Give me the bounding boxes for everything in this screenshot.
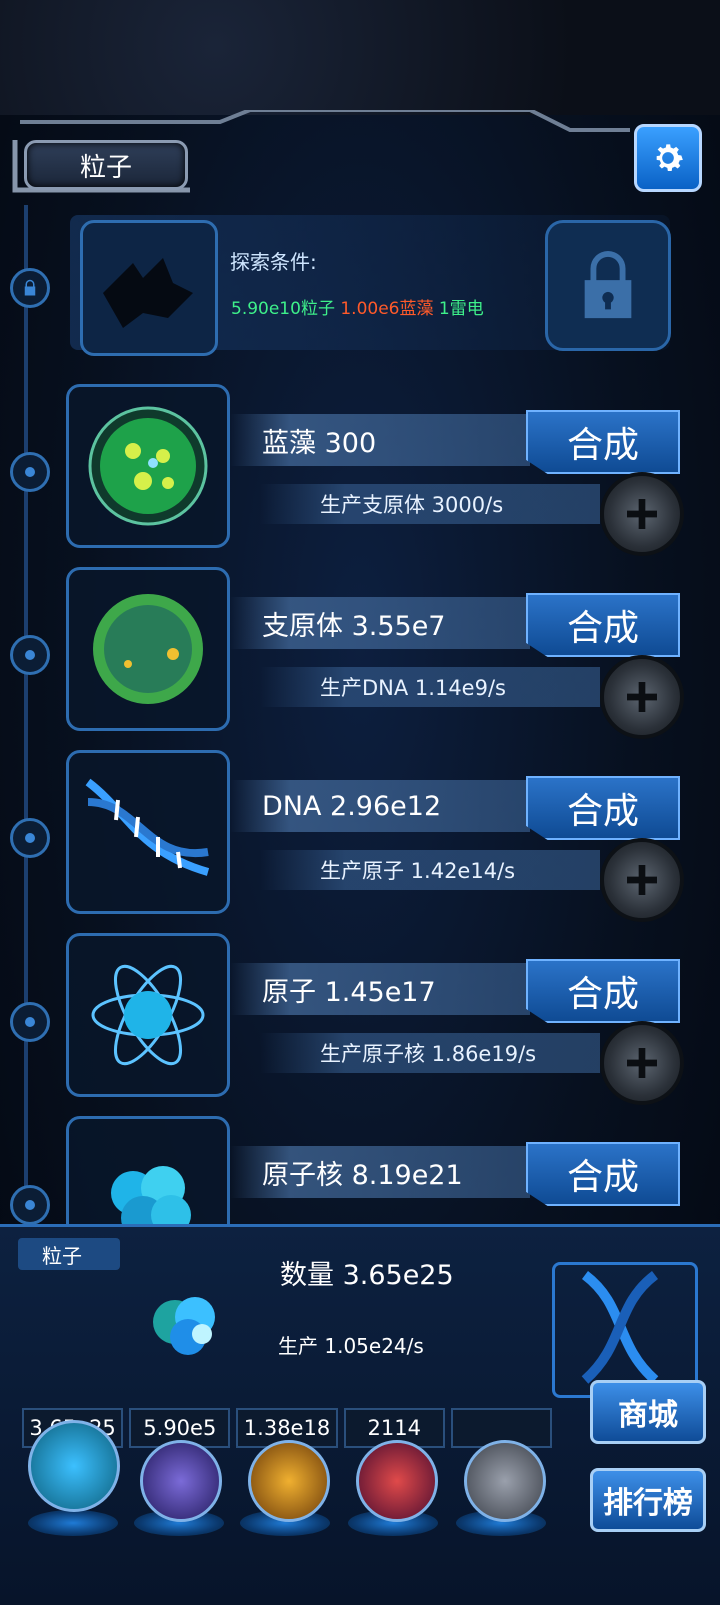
algae-icon xyxy=(66,384,230,548)
item-name: 原子 1.45e17 xyxy=(262,976,436,1008)
production-rate: 生产DNA 1.14e9/s xyxy=(320,676,506,700)
craft-button[interactable]: 合成 xyxy=(526,593,680,657)
locked-item-silhouette xyxy=(80,220,218,356)
progress-rail xyxy=(24,205,28,1235)
rail-lock-node xyxy=(10,268,50,308)
shop-button[interactable]: 商城 xyxy=(590,1380,706,1444)
craft-button[interactable]: 合成 xyxy=(526,1142,680,1206)
upgrade-plus-button[interactable] xyxy=(600,838,684,922)
explore-requirements: 5.90e10粒子 1.00e6蓝藻 1雷电 xyxy=(231,294,484,319)
ranking-button[interactable]: 排行榜 xyxy=(590,1468,706,1532)
item-name: 蓝藻 300 xyxy=(262,427,377,459)
item-name: DNA 2.96e12 xyxy=(262,790,442,822)
item-name-bar: 原子 1.45e17 xyxy=(230,963,530,1015)
mycoplasma-icon xyxy=(66,567,230,731)
requirement-algae: 1.00e6蓝藻 xyxy=(340,299,434,319)
item-card-algae: 蓝藻 300 合成 生产支原体 3000/s xyxy=(60,384,690,556)
plus-icon xyxy=(627,1048,657,1078)
particle-icon xyxy=(153,1297,215,1355)
settings-button[interactable] xyxy=(634,124,702,192)
production-bar: 生产原子 1.42e14/s xyxy=(260,850,600,890)
unlock-button[interactable] xyxy=(545,220,671,351)
item-name-bar: 原子核 8.19e21 xyxy=(230,1146,530,1198)
requirement-thunder: 1雷电 xyxy=(438,299,484,319)
craft-button[interactable]: 合成 xyxy=(526,410,680,474)
rail-node xyxy=(10,635,50,675)
rail-node xyxy=(10,1185,50,1225)
item-name-bar: 支原体 3.55e7 xyxy=(230,597,530,649)
gear-icon xyxy=(656,144,683,171)
item-card-dna: DNA 2.96e12 合成 生产原子 1.42e14/s xyxy=(60,750,690,922)
production-bar: 生产DNA 1.14e9/s xyxy=(260,667,600,707)
plus-icon xyxy=(627,499,657,529)
rail-node xyxy=(10,818,50,858)
space-background xyxy=(0,0,720,115)
craft-button[interactable]: 合成 xyxy=(526,959,680,1023)
production-rate: 生产原子 1.42e14/s xyxy=(320,859,516,883)
selected-resource-tag: 粒子 xyxy=(18,1238,120,1270)
page-title: 粒子 xyxy=(24,140,188,190)
upgrade-plus-button[interactable] xyxy=(600,472,684,556)
locked-orb-tab[interactable] xyxy=(464,1440,546,1522)
requirement-particles: 5.90e10粒子 xyxy=(231,299,335,319)
orb-pedestal xyxy=(28,1510,118,1536)
lock-icon xyxy=(24,279,36,296)
brain-orb-tab[interactable] xyxy=(356,1440,438,1522)
upgrade-plus-button[interactable] xyxy=(600,1021,684,1105)
item-name-bar: DNA 2.96e12 xyxy=(230,780,530,832)
resource-production: 生产 1.05e24/s xyxy=(278,1334,424,1358)
production-rate: 生产支原体 3000/s xyxy=(320,493,504,517)
fire-orb-tab[interactable] xyxy=(248,1440,330,1522)
lock-icon xyxy=(584,250,632,318)
explore-condition-label: 探索条件: xyxy=(230,250,317,274)
item-name-bar: 蓝藻 300 xyxy=(230,414,530,466)
production-bar: 生产支原体 3000/s xyxy=(260,484,600,524)
item-card-atom: 原子 1.45e17 合成 生产原子核 1.86e19/s xyxy=(60,933,690,1105)
craft-button[interactable]: 合成 xyxy=(526,776,680,840)
dna-emblem xyxy=(552,1262,698,1398)
item-name: 原子核 8.19e21 xyxy=(262,1159,463,1191)
atom-icon xyxy=(66,933,230,1097)
item-name: 支原体 3.55e7 xyxy=(262,610,446,642)
production-rate: 生产原子核 1.86e19/s xyxy=(320,1042,537,1066)
upgrade-plus-button[interactable] xyxy=(600,655,684,739)
resource-count: 数量 3.65e25 xyxy=(280,1260,454,1291)
rail-node xyxy=(10,452,50,492)
particle-orb-tab[interactable] xyxy=(28,1420,120,1512)
rail-node xyxy=(10,1002,50,1042)
plus-icon xyxy=(627,682,657,712)
production-bar: 生产原子核 1.86e19/s xyxy=(260,1033,600,1073)
dna-icon xyxy=(66,750,230,914)
plus-icon xyxy=(627,865,657,895)
thunder-orb-tab[interactable] xyxy=(140,1440,222,1522)
item-card-mycoplasma: 支原体 3.55e7 合成 生产DNA 1.14e9/s xyxy=(60,567,690,739)
